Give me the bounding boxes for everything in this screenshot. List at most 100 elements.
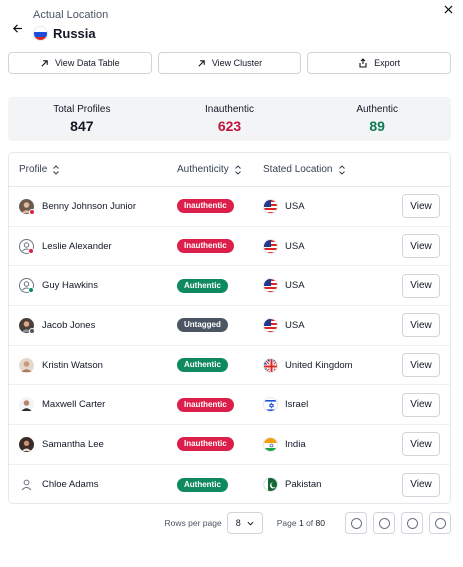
country-row: Russia (33, 26, 96, 41)
stat-inauthentic-value: 623 (217, 118, 242, 134)
toolbar: View Data Table View Cluster Export (8, 52, 452, 74)
location-text: India (285, 438, 306, 450)
stat-total: Total Profiles 847 (8, 97, 156, 141)
page-current: 1 (298, 518, 304, 528)
arrow-up-right-icon (41, 59, 48, 67)
usa-flag-icon (263, 198, 278, 214)
page-of: of (306, 518, 314, 528)
status-dot (28, 247, 34, 254)
view-button[interactable]: View (402, 313, 440, 338)
column-location-label: Stated Location (263, 164, 333, 175)
profile-name: Samantha Lee (42, 438, 104, 450)
view-button[interactable]: View (402, 353, 440, 378)
status-badge: Inauthentic (177, 397, 234, 412)
rows-per-page-label: Rows per page (164, 518, 222, 528)
column-profile-header[interactable]: Profile (19, 164, 60, 175)
stat-inauthentic-label: Inauthentic (205, 104, 254, 115)
status-dot (29, 208, 35, 215)
profile-name: Maxwell Carter (42, 399, 106, 411)
export-label: Export (374, 58, 401, 68)
view-button[interactable]: View (402, 392, 440, 417)
location-text: Pakistan (285, 479, 322, 491)
status-badge: Inauthentic (177, 239, 234, 254)
view-data-table-button[interactable]: View Data Table (8, 52, 152, 74)
user-placeholder-icon (19, 278, 34, 294)
previous-page-button[interactable] (373, 512, 395, 534)
view-data-table-label: View Data Table (54, 58, 120, 68)
table-row: Guy Hawkins Authentic USA View (9, 266, 450, 307)
usa-flag-icon (263, 317, 278, 333)
stat-authentic: Authentic 89 (303, 97, 451, 141)
israel-flag-icon (263, 397, 278, 413)
view-button[interactable]: View (402, 273, 440, 298)
export-button[interactable]: Export (307, 52, 452, 74)
location-text: USA (285, 280, 305, 292)
status-dot (29, 327, 35, 334)
rows-per-page-value: 8 (235, 518, 241, 528)
status-badge: Authentic (177, 477, 228, 492)
status-badge: Untagged (177, 318, 228, 333)
location-text: USA (285, 319, 305, 331)
view-button[interactable]: View (402, 194, 440, 219)
view-cluster-button[interactable]: View Cluster (157, 52, 302, 74)
last-page-button[interactable] (429, 512, 451, 534)
back-arrow-icon[interactable] (12, 21, 24, 33)
circle-icon (350, 517, 362, 529)
column-location-header[interactable]: Stated Location (263, 164, 346, 175)
avatar (19, 357, 34, 373)
view-button[interactable]: View (402, 234, 440, 259)
column-authenticity-header[interactable]: Authenticity (177, 164, 242, 175)
page-subtitle: Actual Location (33, 9, 109, 21)
profile-name: Benny Johnson Junior (42, 200, 137, 212)
arrow-up-right-icon (198, 59, 205, 67)
header: Actual Location Russia (8, 6, 428, 46)
page-indicator: Page 1 of 80 (277, 518, 325, 528)
status-badge: Authentic (177, 278, 228, 293)
circle-icon (434, 517, 446, 529)
status-badge: Authentic (177, 358, 228, 373)
table-row: Samantha Lee Inauthentic India View (9, 425, 450, 465)
stat-authentic-value: 89 (369, 118, 385, 134)
column-profile-label: Profile (19, 164, 48, 175)
stat-total-value: 847 (70, 118, 94, 134)
avatar (19, 397, 34, 413)
first-page-button[interactable] (345, 512, 367, 534)
next-page-button[interactable] (401, 512, 423, 534)
rows-per-page-select[interactable]: 8 (226, 512, 263, 534)
avatar (19, 436, 34, 452)
table-row: Chloe Adams Authentic Pakistan View (9, 465, 450, 503)
usa-flag-icon (263, 278, 278, 294)
pakistan-flag-icon (263, 477, 278, 493)
sort-icon (234, 164, 241, 175)
table-row: Jacob Jones Untagged USA View (9, 306, 450, 346)
sort-icon (338, 164, 345, 175)
stat-total-label: Total Profiles (53, 104, 111, 115)
close-icon[interactable] (441, 2, 455, 16)
table-row: Kristin Watson Authentic United Kingdom … (9, 346, 450, 386)
view-button[interactable]: View (402, 472, 440, 497)
stat-inauthentic: Inauthentic 623 (156, 97, 304, 141)
profiles-table: Profile Authenticity Stated Location Ben… (8, 152, 451, 504)
view-cluster-label: View Cluster (211, 58, 263, 68)
india-flag-icon (263, 436, 278, 452)
profile-name: Chloe Adams (42, 479, 99, 491)
russia-flag-icon (33, 26, 48, 41)
stats-panel: Total Profiles 847 Inauthentic 623 Authe… (8, 97, 451, 141)
status-badge: Inauthentic (177, 437, 234, 452)
page-prefix: Page (276, 518, 297, 528)
profile-name: Jacob Jones (42, 319, 96, 331)
view-button[interactable]: View (402, 432, 440, 457)
page-total: 80 (315, 518, 325, 528)
location-text: United Kingdom (285, 359, 353, 371)
sort-icon (53, 164, 60, 175)
uk-flag-icon (263, 357, 278, 373)
column-authenticity-label: Authenticity (177, 164, 229, 175)
stat-authentic-label: Authentic (356, 104, 399, 115)
export-icon (359, 58, 367, 68)
table-header: Profile Authenticity Stated Location (9, 153, 450, 187)
user-placeholder-icon (19, 238, 34, 254)
user-placeholder-icon (19, 477, 34, 493)
table-row: Benny Johnson Junior Inauthentic USA Vie… (9, 187, 450, 227)
circle-icon (378, 517, 390, 529)
location-text: USA (285, 240, 305, 252)
